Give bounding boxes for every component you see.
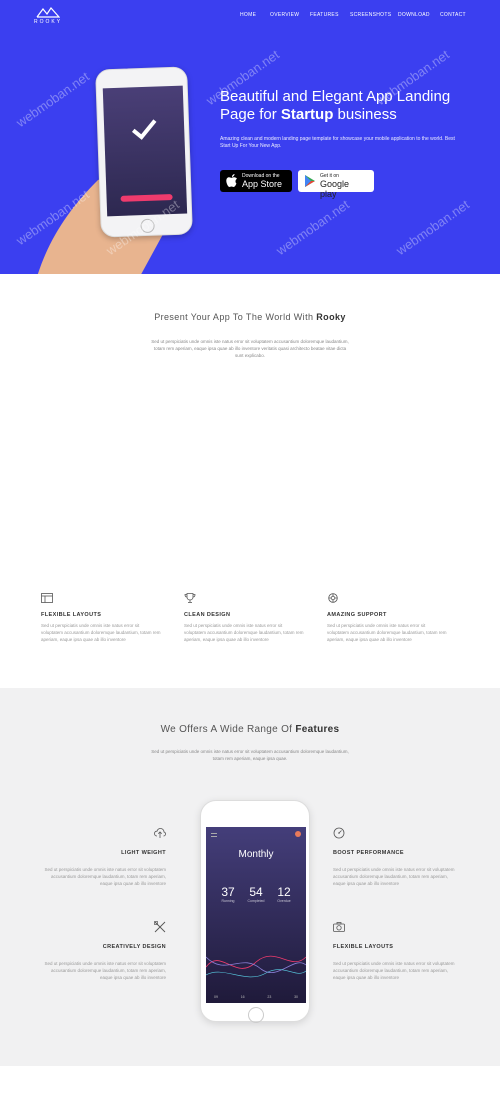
hero-title-bold: Startup: [280, 106, 334, 123]
support-icon: [328, 593, 338, 603]
feature-light-weight: LIGHT WEIGHT Sed ut perspiciatis unde om…: [42, 826, 166, 887]
stat-label: Running: [221, 899, 235, 903]
nav-item-contact[interactable]: CONTACT: [440, 12, 466, 18]
watermark: webmoban.net: [393, 196, 472, 259]
nav-item-home[interactable]: HOME: [240, 12, 256, 18]
stat-overdue: 12 Overdue: [270, 885, 298, 903]
intro-title-bold: Rooky: [316, 312, 346, 322]
intro-text: Sed ut perspiciatis unde omnis iste natu…: [151, 339, 349, 358]
range-title: We Offers A Wide Range Of Features: [0, 724, 500, 735]
feature-text: Sed ut perspiciatis unde omnis iste natu…: [44, 867, 166, 886]
feature-clean-design: CLEAN DESIGN Sed ut perspiciatis unde om…: [184, 590, 304, 643]
hero-phone-mockup: [95, 66, 193, 238]
apple-icon: [226, 174, 237, 187]
avatar: [295, 831, 301, 837]
range-title-pre: We Offers A Wide Range Of: [160, 724, 296, 735]
stat-completed: 54 Completed: [242, 885, 270, 903]
stat-running: 37 Running: [214, 885, 242, 903]
feature-title: LIGHT WEIGHT: [121, 850, 166, 856]
phone-signin-button: [120, 194, 173, 202]
feature-boost-performance: BOOST PERFORMANCE Sed ut perspiciatis un…: [333, 826, 457, 887]
app-tab[interactable]: 09: [214, 995, 218, 999]
stat-label: Overdue: [277, 899, 291, 903]
hero-title-line2-pre: Page for: [220, 106, 281, 123]
nav-item-overview[interactable]: OVERVIEW: [270, 12, 299, 18]
trophy-icon: [184, 593, 196, 603]
feature-title: CLEAN DESIGN: [184, 612, 231, 618]
app-stats: 37 Running 54 Completed 12 Overdue: [214, 885, 298, 903]
app-screen: Monthly 37 Running 54 Completed 12 Overd…: [206, 827, 306, 1003]
wave-chart: [206, 955, 306, 978]
watermark: webmoban.net: [273, 196, 352, 259]
feature-title: FLEXIBLE LAYOUTS: [41, 612, 102, 618]
feature-creatively-design: CREATIVELY DESIGN Sed ut perspiciatis un…: [42, 920, 166, 981]
feature-flexible-layouts-2: FLEXIBLE LAYOUTS Sed ut perspiciatis und…: [333, 920, 457, 981]
camera-icon: [333, 922, 345, 932]
brand-logo[interactable]: ROOKY: [34, 6, 62, 25]
watermark: webmoban.net: [13, 68, 92, 131]
range-title-bold: Features: [295, 724, 340, 735]
hero-title: Beautiful and Elegant App Landing Page f…: [220, 88, 480, 124]
feature-title: FLEXIBLE LAYOUTS: [333, 944, 394, 950]
stat-value: 12: [277, 885, 291, 899]
app-tabs: 09 16 23 30: [214, 995, 298, 999]
hero-title-line2-post: business: [333, 106, 397, 123]
app-tab[interactable]: 23: [267, 995, 271, 999]
feature-text: Sed ut perspiciatis unde omnis iste natu…: [44, 961, 166, 980]
app-tab[interactable]: 30: [294, 995, 298, 999]
app-store-big: App Store: [242, 179, 283, 189]
speedometer-icon: [333, 827, 345, 839]
brand-name: ROOKY: [34, 19, 63, 25]
feature-title: BOOST PERFORMANCE: [333, 850, 404, 856]
main-nav: HOME OVERVIEW FEATURES SCREENSHOTS DOWNL…: [240, 12, 500, 22]
app-store-button[interactable]: Download on the App Store: [220, 170, 292, 192]
feature-flexible-layouts: FLEXIBLE LAYOUTS Sed ut perspiciatis und…: [41, 590, 161, 643]
nav-item-features[interactable]: FEATURES: [310, 12, 339, 18]
stat-value: 37: [221, 885, 235, 899]
google-play-icon: [305, 175, 315, 187]
stat-value: 54: [249, 885, 263, 899]
feature-title: CREATIVELY DESIGN: [102, 944, 166, 950]
intro-title: Present Your App To The World With Rooky: [0, 312, 500, 322]
feature-title: AMAZING SUPPORT: [327, 612, 387, 618]
layout-icon: [41, 593, 53, 603]
feature-text: Sed ut perspiciatis unde omnis iste natu…: [184, 623, 304, 642]
app-screen-title: Monthly: [238, 849, 274, 860]
menu-icon: [211, 833, 217, 837]
feature-text: Sed ut perspiciatis unde omnis iste natu…: [327, 623, 447, 642]
phone-home-button: [248, 1007, 264, 1023]
feature-text: Sed ut perspiciatis unde omnis iste natu…: [333, 961, 455, 980]
hero-description: Amazing clean and modern landing page te…: [220, 136, 455, 149]
hero-section: ROOKY HOME OVERVIEW FEATURES SCREENSHOTS…: [0, 0, 500, 274]
google-play-button[interactable]: Get it on Google play: [298, 170, 374, 199]
app-tab[interactable]: 16: [241, 995, 245, 999]
google-play-big: Google play: [320, 179, 350, 199]
hero-title-line1: Beautiful and Elegant App Landing: [220, 88, 451, 105]
feature-text: Sed ut perspiciatis unde omnis iste natu…: [41, 623, 161, 642]
phone-screen: [102, 85, 188, 217]
nav-item-screenshots[interactable]: SCREENSHOTS: [350, 12, 391, 18]
checkmark-icon: [131, 119, 157, 140]
features-range-section: We Offers A Wide Range Of Features Sed u…: [0, 688, 500, 1066]
app-phone-mockup: Monthly 37 Running 54 Completed 12 Overd…: [200, 800, 310, 1023]
mountain-logo-icon: [36, 7, 60, 18]
feature-amazing-support: AMAZING SUPPORT Sed ut perspiciatis unde…: [327, 590, 447, 643]
nav-item-download[interactable]: DOWNLOAD: [398, 12, 430, 18]
cloud-upload-icon: [154, 828, 166, 838]
range-text: Sed ut perspiciatis unde omnis iste natu…: [151, 749, 349, 761]
feature-text: Sed ut perspiciatis unde omnis iste natu…: [333, 867, 455, 886]
intro-title-pre: Present Your App To The World With: [154, 312, 317, 322]
design-tools-icon: [154, 921, 166, 933]
stat-label: Completed: [247, 899, 265, 903]
